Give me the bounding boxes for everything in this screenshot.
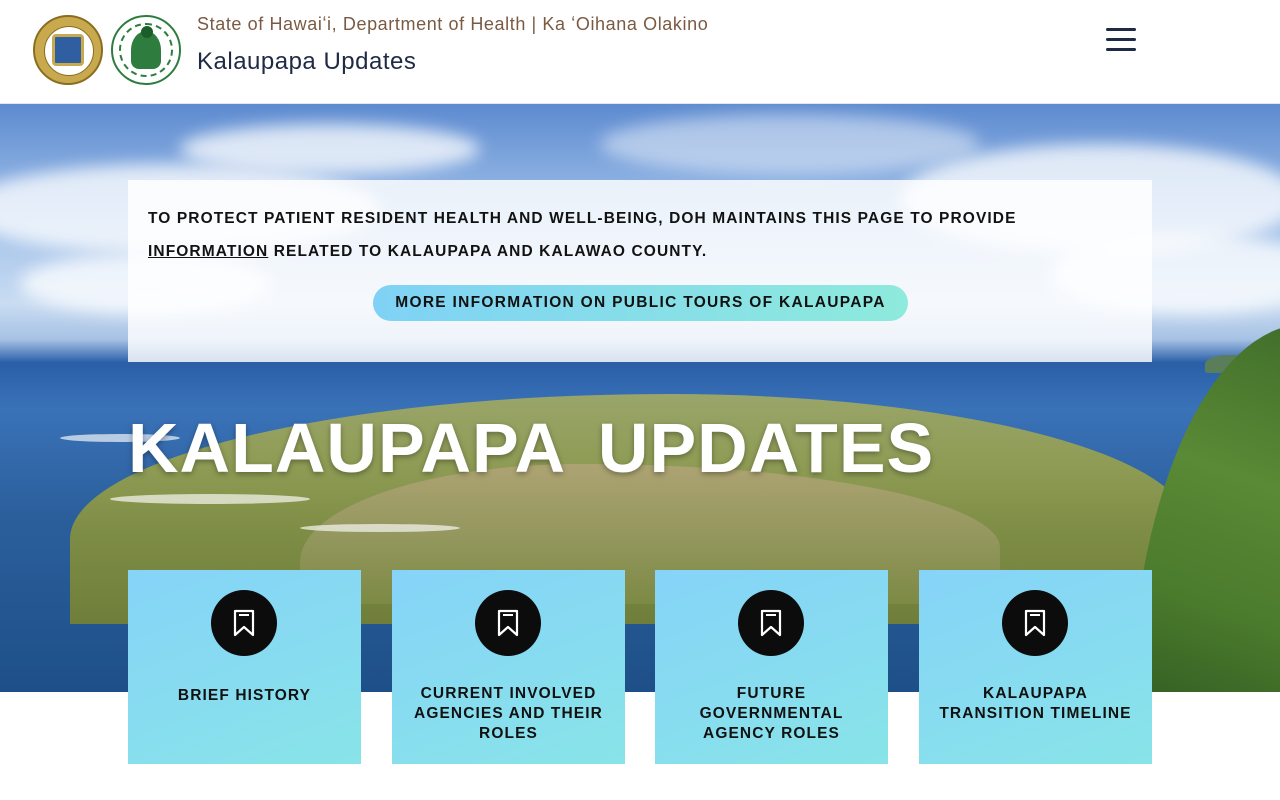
card-label: CURRENT INVOLVED AGENCIES AND THEIR ROLE… — [414, 685, 603, 742]
topic-cards: BRIEF HISTORY CURRENT INVOLVED AGENCIES … — [0, 570, 1280, 764]
information-link[interactable]: INFORMATION — [148, 243, 268, 260]
bookmark-icon — [475, 590, 541, 656]
card-brief-history[interactable]: BRIEF HISTORY — [128, 570, 361, 764]
notice-text-end: RELATED TO KALAUPAPA AND KALAWAO COUNTY. — [268, 243, 708, 260]
bookmark-icon — [738, 590, 804, 656]
card-label: KALAUPAPA TRANSITION TIMELINE — [939, 685, 1132, 722]
card-label: BRIEF HISTORY — [177, 687, 312, 704]
card-label: FUTURE GOVERNMENTAL AGENCY ROLES — [699, 685, 844, 742]
card-future-roles[interactable]: FUTURE GOVERNMENTAL AGENCY ROLES — [655, 570, 888, 764]
site-header: State of Hawaiʻi, Department of Health |… — [0, 0, 1280, 104]
card-transition-timeline[interactable]: KALAUPAPA TRANSITION TIMELINE — [919, 570, 1152, 764]
card-current-agencies[interactable]: CURRENT INVOLVED AGENCIES AND THEIR ROLE… — [392, 570, 625, 764]
department-of-health-seal-logo[interactable] — [111, 15, 181, 85]
bookmark-icon — [211, 590, 277, 656]
public-tours-button[interactable]: MORE INFORMATION ON PUBLIC TOURS OF KALA… — [373, 285, 908, 321]
state-of-hawaii-seal-logo[interactable] — [33, 15, 103, 85]
department-line: State of Hawaiʻi, Department of Health |… — [197, 14, 709, 34]
site-title[interactable]: Kalaupapa Updates — [197, 48, 416, 76]
bookmark-icon — [1002, 590, 1068, 656]
notice-text: TO PROTECT PATIENT RESIDENT HEALTH AND W… — [148, 202, 1138, 268]
notice-panel: TO PROTECT PATIENT RESIDENT HEALTH AND W… — [128, 180, 1152, 362]
hero-title: KALAUPAPA UPDATES — [128, 409, 935, 487]
hamburger-menu-icon[interactable] — [1104, 28, 1138, 52]
notice-text-start: TO PROTECT PATIENT RESIDENT HEALTH AND W… — [148, 210, 1017, 227]
